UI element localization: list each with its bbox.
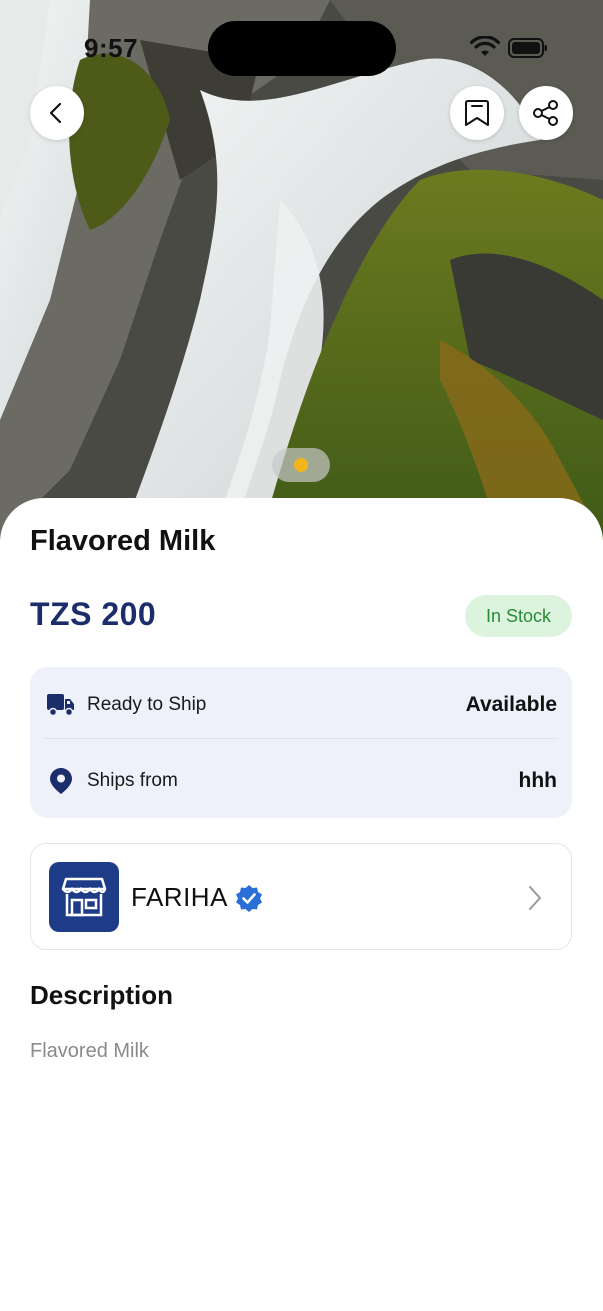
product-price: TZS 200 — [30, 596, 157, 632]
ready-to-ship-label: Ready to Ship — [87, 693, 207, 715]
storefront-icon — [61, 877, 107, 917]
store-logo — [49, 862, 119, 932]
ships-from-label: Ships from — [87, 769, 178, 791]
ships-from-row: Ships from hhh — [30, 743, 572, 818]
truck-icon — [47, 693, 74, 716]
status-bar: 9:57 — [0, 0, 603, 90]
back-button[interactable] — [30, 86, 84, 140]
chevron-left-icon — [49, 102, 62, 124]
ships-from-value: hhh — [518, 768, 557, 792]
status-time: 9:57 — [84, 33, 139, 63]
ready-to-ship-value: Available — [465, 692, 557, 716]
wifi-icon — [470, 36, 500, 56]
store-name[interactable]: FARIHA — [131, 882, 228, 913]
chevron-right-icon[interactable] — [525, 884, 545, 912]
dynamic-island — [208, 21, 396, 76]
battery-icon — [508, 38, 547, 58]
ready-to-ship-row: Ready to Ship Available — [30, 667, 572, 742]
share-icon — [533, 100, 558, 126]
bookmark-button[interactable] — [450, 86, 504, 140]
verified-badge-icon — [236, 885, 262, 912]
stock-status-badge: In Stock — [465, 595, 572, 637]
product-title: Flavored Milk — [30, 525, 216, 557]
pager-dot-active[interactable] — [294, 458, 308, 472]
description-heading: Description — [30, 980, 174, 1010]
shipping-info-card: Ready to Ship Available Ships from hhh — [30, 667, 572, 818]
product-image[interactable]: 9:57 — [0, 0, 603, 540]
description-text: Flavored Milk — [30, 1040, 149, 1062]
image-pager[interactable] — [272, 448, 330, 482]
store-card[interactable]: FARIHA — [30, 843, 572, 950]
location-pin-icon — [50, 767, 72, 794]
share-button[interactable] — [519, 86, 573, 140]
divider — [44, 738, 558, 739]
bookmark-icon — [465, 100, 489, 126]
